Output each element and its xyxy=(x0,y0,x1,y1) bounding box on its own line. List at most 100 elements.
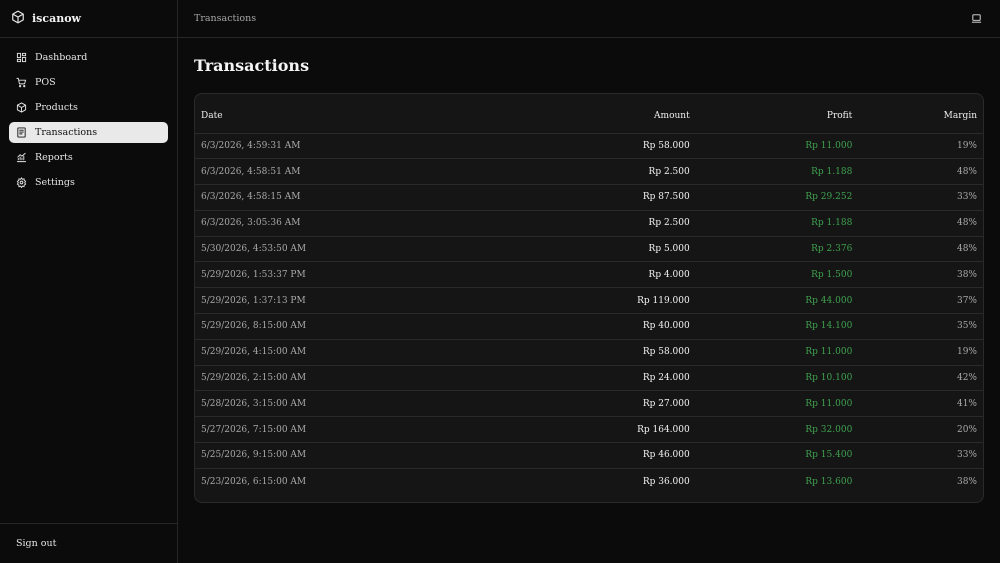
column-header-margin[interactable]: Margin xyxy=(858,94,983,134)
cell-margin: 37% xyxy=(858,287,983,315)
cell-date: 5/23/2026, 6:15:00 AM xyxy=(201,476,307,487)
sidebar-nav: Dashboard POS Products Transactions Repo… xyxy=(0,38,177,193)
breadcrumb: Transactions xyxy=(194,13,257,24)
chart-icon xyxy=(16,148,27,167)
brand-name: iscanow xyxy=(32,12,82,25)
cell-amount: Rp 87.500 xyxy=(364,184,696,211)
cell-margin: 33% xyxy=(858,184,983,211)
sidebar-item-reports[interactable]: Reports xyxy=(9,147,168,168)
cell-amount: Rp 2.500 xyxy=(364,158,696,186)
table-row[interactable]: 5/25/2026, 9:15:00 AM Rp 46.000 Rp 15.400 3… xyxy=(195,442,983,469)
cell-amount: Rp 46.000 xyxy=(364,442,696,469)
cell-date: 6/3/2026, 4:59:31 AM xyxy=(195,133,365,160)
sidebar-item-label: Settings xyxy=(35,177,75,188)
table-row[interactable]: 6/3/2026, 4:59:31 AM Rp 58.000 Rp 11.000 19… xyxy=(195,133,983,160)
brand[interactable]: iscanow xyxy=(0,0,177,38)
cell-date: 6/3/2026, 4:58:51 AM xyxy=(195,158,365,186)
cell-amount: Rp 119.000 xyxy=(364,287,696,315)
cell-margin: 20% xyxy=(858,416,983,444)
cell-margin: 48% xyxy=(858,158,983,186)
page-title: Transactions xyxy=(194,56,310,75)
cell-date: 6/3/2026, 3:05:36 AM xyxy=(195,210,365,237)
sidebar-footer: Sign out xyxy=(0,523,177,563)
table-row[interactable]: 5/28/2026, 3:15:00 AM Rp 27.000 Rp 11.000 4… xyxy=(195,390,983,418)
cell-amount: Rp 4.000 xyxy=(364,261,696,289)
sidebar-item-settings[interactable]: Settings xyxy=(9,172,168,193)
table-row[interactable]: 5/29/2026, 1:37:13 PM Rp 119.000 Rp 44.000… xyxy=(195,287,983,315)
cell-amount: Rp 164.000 xyxy=(364,416,696,444)
sidebar-item-label: POS xyxy=(35,77,56,88)
sidebar-item-products[interactable]: Products xyxy=(9,97,168,118)
cell-date: 5/29/2026, 2:15:00 AM xyxy=(195,365,365,392)
grid-icon xyxy=(16,48,27,67)
cell-profit: Rp 15.400 xyxy=(695,442,859,469)
cell-margin: 33% xyxy=(858,442,983,469)
table-row[interactable]: 5/27/2026, 7:15:00 AM Rp 164.000 Rp 32.000… xyxy=(195,416,983,444)
cell-profit: Rp 1.500 xyxy=(695,261,859,289)
cell-margin: 38% xyxy=(858,261,983,289)
cell-date: 5/25/2026, 9:15:00 AM xyxy=(195,442,365,469)
header-row: Date Amount Profit Margin xyxy=(195,94,983,134)
sidebar-item-transactions[interactable]: Transactions xyxy=(9,122,168,143)
table-row[interactable]: 6/3/2026, 4:58:15 AM Rp 87.500 Rp 29.252 33… xyxy=(195,184,983,211)
cell-profit: Rp 29.252 xyxy=(695,184,859,211)
cell-profit: Rp 11.000 xyxy=(695,133,859,160)
table-header: Date Amount Profit Margin xyxy=(195,94,983,134)
cell-profit: Rp 10.100 xyxy=(695,365,859,392)
main-content: Transactions Date Amount Profit Margin 6… xyxy=(178,38,1000,563)
table-row[interactable]: 5/23/2026, 6:15:00 AM Rp 36.000 Rp 13.600 3… xyxy=(195,468,983,494)
sidebar-item-pos[interactable]: POS xyxy=(9,72,168,93)
cell-date: 5/27/2026, 7:15:00 AM xyxy=(195,416,365,444)
cell-margin: 19% xyxy=(858,133,983,160)
cell-profit: Rp 13.600 xyxy=(805,476,853,487)
cell-date: 5/29/2026, 4:15:00 AM xyxy=(195,339,365,366)
sidebar-item-label: Dashboard xyxy=(35,52,88,63)
table-row[interactable]: 5/29/2026, 2:15:00 AM Rp 24.000 Rp 10.100 4… xyxy=(195,365,983,392)
laptop-icon xyxy=(971,9,982,28)
table-row[interactable]: 6/3/2026, 4:58:51 AM Rp 2.500 Rp 1.188 48% xyxy=(195,158,983,186)
table-row[interactable]: 5/29/2026, 8:15:00 AM Rp 40.000 Rp 14.100 3… xyxy=(195,313,983,340)
cell-amount: Rp 58.000 xyxy=(364,133,696,160)
cell-profit: Rp 14.100 xyxy=(695,313,859,340)
cell-margin: 42% xyxy=(858,365,983,392)
cell-date: 5/30/2026, 4:53:50 AM xyxy=(195,236,365,263)
cell-profit: Rp 1.188 xyxy=(695,158,859,186)
sidebar-item-dashboard[interactable]: Dashboard xyxy=(9,47,168,68)
cell-date: 5/29/2026, 8:15:00 AM xyxy=(195,313,365,340)
cell-margin: 41% xyxy=(858,390,983,418)
column-header-amount[interactable]: Amount xyxy=(364,94,696,134)
cell-date: 5/28/2026, 3:15:00 AM xyxy=(195,390,365,418)
column-header-date[interactable]: Date xyxy=(195,94,365,134)
cell-margin: 35% xyxy=(858,313,983,340)
table-row[interactable]: 5/29/2026, 1:53:37 PM Rp 4.000 Rp 1.500 38% xyxy=(195,261,983,289)
gear-icon xyxy=(16,173,27,192)
receipt-icon xyxy=(16,123,27,142)
transactions-card: Date Amount Profit Margin 6/3/2026, 4:59… xyxy=(194,93,984,503)
topbar: Transactions xyxy=(178,0,1000,38)
sidebar-item-label: Transactions xyxy=(35,127,98,138)
cell-margin: 38% xyxy=(956,476,977,487)
cell-profit: Rp 2.376 xyxy=(695,236,859,263)
cell-date: 5/29/2026, 1:37:13 PM xyxy=(195,287,365,315)
cell-profit: Rp 32.000 xyxy=(695,416,859,444)
transactions-table: Date Amount Profit Margin 6/3/2026, 4:59… xyxy=(195,94,983,494)
cart-icon xyxy=(16,73,27,92)
cell-amount: Rp 58.000 xyxy=(364,339,696,366)
cell-amount: Rp 2.500 xyxy=(364,210,696,237)
box-icon xyxy=(16,98,27,117)
device-toggle-button[interactable] xyxy=(968,11,984,27)
column-header-profit[interactable]: Profit xyxy=(695,94,859,134)
cell-date: 5/29/2026, 1:53:37 PM xyxy=(195,261,365,289)
sign-out-button[interactable]: Sign out xyxy=(16,538,56,549)
cell-amount: Rp 27.000 xyxy=(364,390,696,418)
table-row[interactable]: 6/3/2026, 3:05:36 AM Rp 2.500 Rp 1.188 48% xyxy=(195,210,983,237)
cell-profit: Rp 11.000 xyxy=(695,339,859,366)
table-row[interactable]: 5/29/2026, 4:15:00 AM Rp 58.000 Rp 11.000 1… xyxy=(195,339,983,366)
cell-margin: 48% xyxy=(858,210,983,237)
table-row[interactable]: 5/30/2026, 4:53:50 AM Rp 5.000 Rp 2.376 48% xyxy=(195,236,983,263)
table-body: 6/3/2026, 4:59:31 AM Rp 58.000 Rp 11.000 19… xyxy=(195,133,983,494)
sidebar-item-label: Products xyxy=(35,102,78,113)
sidebar-item-label: Reports xyxy=(35,152,73,163)
cell-margin: 19% xyxy=(858,339,983,366)
cell-profit: Rp 1.188 xyxy=(695,210,859,237)
